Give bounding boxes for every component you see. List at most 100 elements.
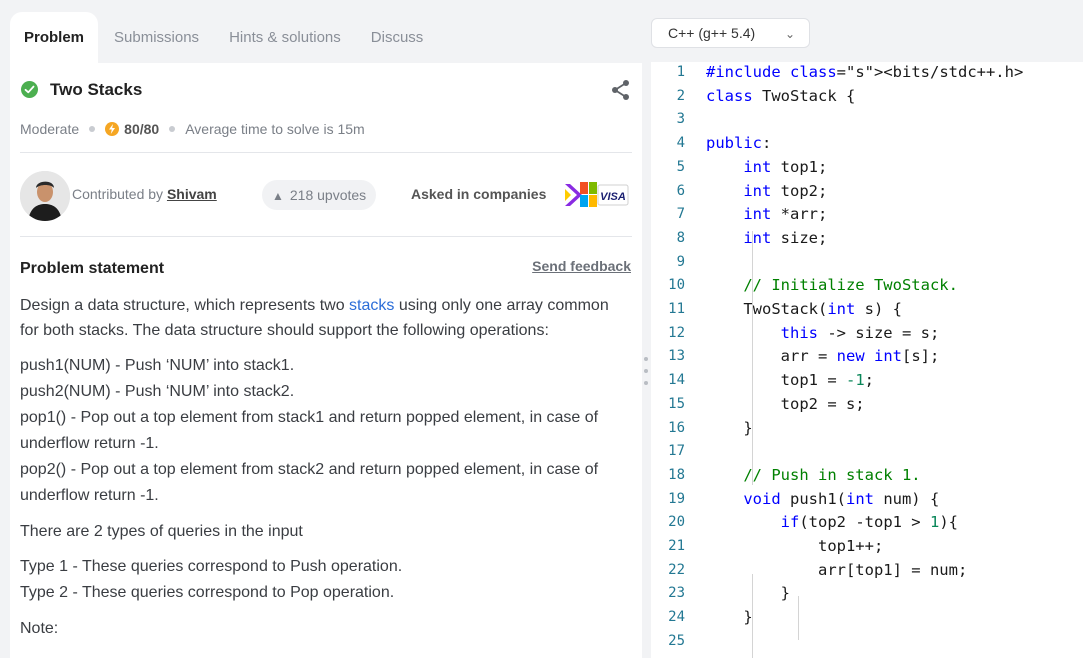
line-number: 9	[676, 253, 685, 270]
avg-time-label: Average time to solve is 15m	[185, 121, 365, 137]
line-number-gutter: 1 2 3 4 5 6 7 8 9 10 11 12 13 14 15 16 17 18 19 20 21 22 23 24 2…	[651, 62, 697, 658]
code-line[interactable]: // Initialize TwoStack.	[706, 276, 958, 294]
line-number: 3	[676, 111, 685, 128]
line-number: 22	[668, 561, 685, 578]
line-number: 23	[668, 585, 685, 602]
line-number: 19	[668, 490, 685, 507]
code-line[interactable]: top1 = -1;	[706, 371, 874, 389]
line-number: 15	[668, 395, 685, 412]
code-line[interactable]: }	[706, 584, 790, 602]
problem-pane: Problem Submissions Hints & solutions Di…	[0, 0, 643, 658]
problem-statement: Design a data structure, which represent…	[20, 293, 625, 651]
code-line[interactable]: top2 = s;	[706, 395, 865, 413]
tab-discuss[interactable]: Discuss	[357, 12, 438, 64]
query-types: Type 1 - These queries correspond to Pus…	[20, 554, 625, 606]
statement-paragraph: Design a data structure, which represent…	[20, 293, 625, 343]
title-row: Two Stacks	[20, 79, 632, 103]
line-number: 1	[676, 64, 685, 80]
text: Design a data structure, which represent…	[20, 297, 350, 314]
line-number: 12	[668, 324, 685, 341]
contributor-row: Contributed by Shivam ▲ 218 upvotes Asked…	[20, 168, 632, 224]
line-number: 6	[676, 182, 685, 199]
line-number: 14	[668, 372, 685, 389]
line-number: 10	[668, 277, 685, 294]
problem-tabs: Problem Submissions Hints & solutions Di…	[10, 12, 437, 64]
tab-problem[interactable]: Problem	[10, 12, 99, 64]
query-type-item: Type 2 - These queries correspond to Pop…	[20, 584, 395, 601]
solved-check-icon	[21, 81, 38, 98]
upvote-button[interactable]: ▲ 218 upvotes	[262, 180, 377, 210]
operation-item: push1(NUM) - Push ‘NUM’ into stack1.	[20, 357, 295, 374]
statement-heading: Problem statement	[20, 260, 165, 277]
line-number: 17	[668, 443, 685, 460]
divider	[20, 152, 632, 153]
code-line[interactable]: #include class="s"><bits/stdc++.h>	[706, 63, 1023, 81]
line-number: 4	[676, 135, 685, 152]
company-logos[interactable]: VISA	[563, 179, 629, 211]
code-line[interactable]: }	[706, 419, 752, 437]
indent-guide	[752, 574, 753, 658]
indent-guide	[752, 231, 753, 485]
code-line[interactable]: int top1;	[706, 158, 827, 176]
line-number: 13	[668, 348, 685, 365]
separator-dot	[169, 126, 176, 132]
note-label: Note:	[20, 620, 59, 637]
asked-in-companies: Asked in companies	[411, 186, 547, 202]
svg-text:VISA: VISA	[600, 191, 626, 203]
difficulty-label: Moderate	[20, 121, 80, 137]
tab-hints-solutions[interactable]: Hints & solutions	[215, 12, 355, 64]
problem-title: Two Stacks	[50, 80, 143, 99]
contributed-prefix: Contributed by	[72, 186, 164, 202]
query-type-item: Type 1 - These queries correspond to Pus…	[20, 558, 403, 575]
operations-list: push1(NUM) - Push ‘NUM’ into stack1. pus…	[20, 353, 625, 509]
code-line[interactable]: void push1(int num) {	[706, 490, 939, 508]
code-line[interactable]: TwoStack(int s) {	[706, 300, 902, 318]
queries-intro: There are 2 types of queries in the inpu…	[20, 523, 303, 540]
line-number: 7	[676, 206, 685, 223]
problem-panel: Two Stacks Moderate 80/80 Average time t…	[10, 63, 642, 658]
line-number: 11	[668, 301, 685, 317]
pane-resize-handle[interactable]	[644, 357, 648, 397]
tab-submissions[interactable]: Submissions	[100, 12, 213, 64]
separator-dot	[89, 126, 96, 132]
code-line[interactable]: arr = new int[s];	[706, 347, 940, 365]
code-line[interactable]: top1++;	[706, 537, 883, 555]
upvotes-count: 218 upvotes	[289, 187, 367, 203]
code-line[interactable]: }	[706, 608, 752, 626]
chevron-down-icon: ⌄	[784, 27, 795, 41]
operation-item: pop2() - Pop out a top element from stac…	[20, 461, 599, 504]
code-line[interactable]: arr[top1] = num;	[706, 561, 967, 579]
avatar[interactable]	[20, 171, 70, 221]
language-value: C++ (g++ 5.4)	[668, 25, 756, 41]
line-number: 18	[668, 466, 685, 483]
share-icon[interactable]	[610, 79, 632, 101]
line-number: 2	[676, 87, 685, 104]
problem-meta: Moderate 80/80 Average time to solve is …	[20, 120, 365, 138]
indent-guide	[798, 596, 799, 640]
line-number: 8	[676, 229, 685, 246]
line-number: 5	[676, 158, 685, 175]
line-number: 21	[668, 538, 685, 554]
code-line[interactable]: if(top2 -top1 > 1){	[706, 513, 958, 531]
arrow-up-icon: ▲	[272, 189, 284, 203]
send-feedback-link[interactable]: Send feedback	[532, 258, 631, 274]
code-line[interactable]: class TwoStack {	[706, 87, 855, 105]
language-select[interactable]: C++ (g++ 5.4) ⌄	[651, 18, 810, 48]
stacks-link[interactable]: stacks	[349, 297, 394, 314]
code-editor[interactable]: 1 2 3 4 5 6 7 8 9 10 11 12 13 14 15 16 17 18 19 20 21 22 23 24 2…	[651, 62, 1083, 658]
operation-item: push2(NUM) - Push ‘NUM’ into stack2.	[20, 383, 295, 400]
code-line[interactable]: int size;	[706, 229, 827, 247]
code-line[interactable]: int top2;	[706, 182, 827, 200]
line-number: 24	[668, 609, 685, 626]
code-line[interactable]: public:	[706, 134, 771, 152]
code-line[interactable]: // Push in stack 1.	[706, 466, 920, 484]
line-number: 16	[668, 419, 685, 436]
line-number: 20	[668, 514, 685, 531]
code-line[interactable]: int *arr;	[706, 205, 827, 223]
divider	[20, 236, 632, 237]
contributed-by: Contributed by Shivam	[72, 186, 217, 202]
author-link[interactable]: Shivam	[167, 186, 217, 202]
score-value: 80/80	[124, 121, 160, 137]
operation-item: pop1() - Pop out a top element from stac…	[20, 409, 599, 452]
code-line[interactable]: this -> size = s;	[706, 324, 940, 342]
